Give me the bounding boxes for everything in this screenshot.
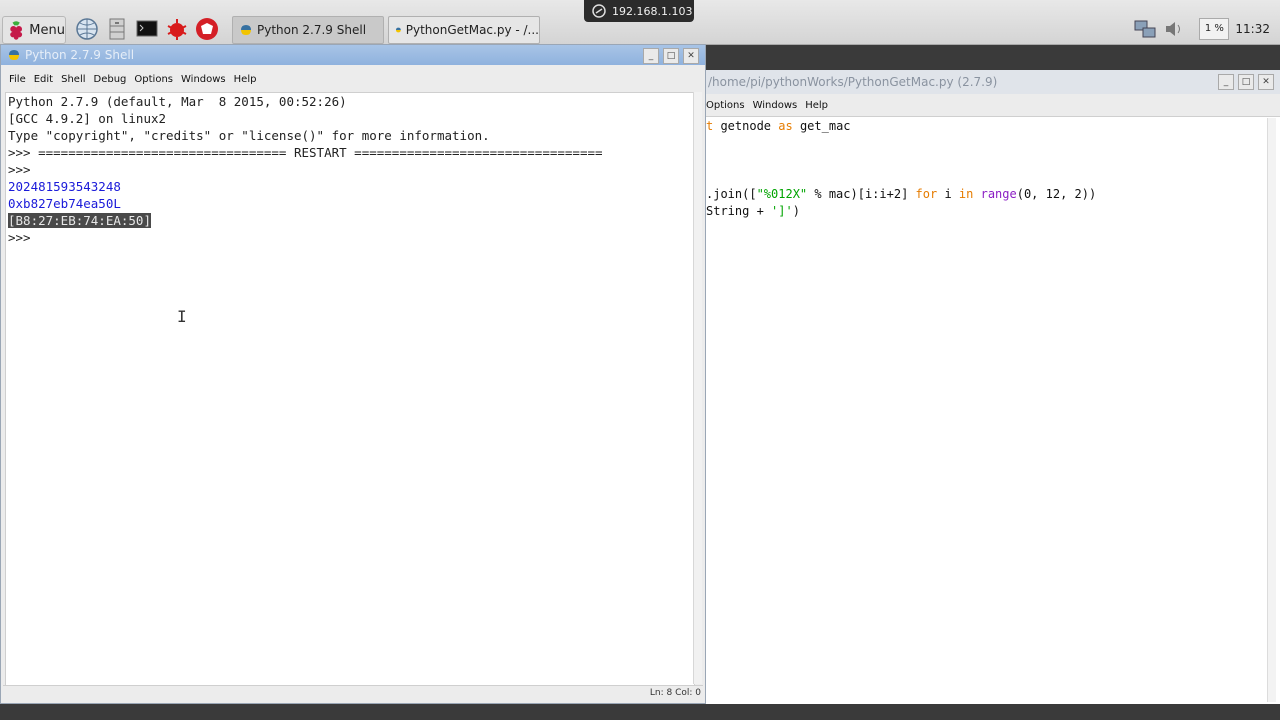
network-icon[interactable] — [1133, 19, 1157, 39]
terminal-icon — [136, 20, 158, 37]
editor-title: /home/pi/pythonWorks/PythonGetMac.py (2.… — [708, 75, 998, 89]
menu-help[interactable]: Help — [805, 100, 828, 111]
maximize-button[interactable]: □ — [663, 48, 679, 64]
cpu-label: 1 % — [1204, 23, 1224, 34]
globe-icon — [76, 18, 98, 40]
file-cabinet-icon — [109, 18, 125, 40]
system-tray: 1 % 11:32 — [1133, 16, 1280, 42]
editor-menubar: Options Windows Help — [706, 94, 1280, 117]
shell-prompt: >>> — [8, 162, 39, 177]
cursor-position: Ln: 8 Col: 0 — [649, 688, 701, 698]
menu-edit[interactable]: Edit — [34, 74, 53, 85]
shell-prompt: >>> — [8, 230, 39, 245]
bottom-edge — [0, 704, 1280, 720]
task-python-shell[interactable]: Python 2.7.9 Shell — [232, 16, 384, 44]
menu-options[interactable]: Options — [706, 100, 745, 111]
raspberry-icon — [10, 21, 23, 40]
text-cursor-icon: I — [177, 307, 187, 326]
remote-icon — [592, 4, 606, 18]
menu-debug[interactable]: Debug — [94, 74, 127, 85]
shell-output-line: 0xb827eb74ea50L — [8, 196, 121, 211]
shell-window[interactable]: Python 2.7.9 Shell _ □ ✕ File Edit Shell… — [0, 44, 706, 704]
volume-icon[interactable] — [1163, 19, 1185, 39]
wolfram-launcher[interactable] — [194, 16, 220, 42]
cpu-monitor: 1 % — [1199, 18, 1230, 40]
menu-shell[interactable]: Shell — [61, 74, 85, 85]
browser-launcher[interactable] — [74, 16, 100, 42]
python-icon — [395, 27, 401, 33]
shell-output[interactable]: Python 2.7.9 (default, Mar 8 2015, 00:52… — [5, 92, 695, 686]
maximize-button[interactable]: □ — [1238, 74, 1254, 90]
close-button[interactable]: ✕ — [1258, 74, 1274, 90]
minimize-button[interactable]: _ — [643, 48, 659, 64]
file-manager-launcher[interactable] — [104, 16, 130, 42]
mac-address-output[interactable]: [B8:27:EB:74:EA:50] — [8, 212, 151, 229]
editor-scrollbar[interactable] — [1267, 118, 1276, 702]
menu-file[interactable]: File — [9, 74, 26, 85]
close-button[interactable]: ✕ — [683, 48, 699, 64]
shell-line: Type "copyright", "credits" or "license(… — [8, 128, 490, 143]
shell-output-line: 202481593543248 — [8, 179, 121, 194]
bug-icon — [167, 19, 187, 40]
shell-title: Python 2.7.9 Shell — [25, 48, 135, 62]
selected-text[interactable]: [B8:27:EB:74:EA:50] — [8, 213, 151, 228]
task-label: PythonGetMac.py - /... — [405, 23, 539, 37]
python-icon — [9, 50, 19, 60]
python-icon — [241, 25, 251, 35]
task-label: Python 2.7.9 Shell — [257, 23, 367, 37]
code-line: t getnode as get_mac — [706, 119, 851, 133]
terminal-launcher[interactable] — [134, 16, 160, 42]
shell-line: >>> ================================= RE… — [8, 145, 603, 160]
menu-options[interactable]: Options — [134, 74, 173, 85]
task-python-editor[interactable]: PythonGetMac.py - /... — [388, 16, 540, 44]
shell-line: [GCC 4.9.2] on linux2 — [8, 111, 167, 126]
code-line: String + ']') — [706, 204, 800, 218]
shell-scrollbar[interactable] — [693, 92, 702, 684]
menu-windows[interactable]: Windows — [753, 100, 798, 111]
shell-menubar: File Edit Shell Debug Options Windows He… — [1, 69, 705, 89]
menu-windows[interactable]: Windows — [181, 74, 226, 85]
remote-connection-badge: 192.168.1.103 — [584, 0, 694, 22]
wolfram-icon — [196, 18, 218, 40]
shell-line: Python 2.7.9 (default, Mar 8 2015, 00:52… — [8, 94, 347, 109]
code-editor[interactable]: t getnode as get_mac .join(["%012X" % ma… — [706, 118, 1266, 698]
editor-titlebar[interactable]: /home/pi/pythonWorks/PythonGetMac.py (2.… — [706, 70, 1280, 94]
editor-window[interactable]: /home/pi/pythonWorks/PythonGetMac.py (2.… — [706, 70, 1280, 704]
code-line: .join(["%012X" % mac)[i:i+2] for i in ra… — [706, 187, 1097, 201]
shell-titlebar[interactable]: Python 2.7.9 Shell _ □ ✕ — [1, 45, 705, 65]
status-bar: Ln: 8 Col: 0 — [3, 685, 703, 702]
menu-help[interactable]: Help — [234, 74, 257, 85]
menu-label: Menu — [29, 22, 65, 38]
ip-address: 192.168.1.103 — [612, 4, 693, 18]
menu-button[interactable]: Menu — [2, 16, 66, 44]
debug-launcher[interactable] — [164, 16, 190, 42]
minimize-button[interactable]: _ — [1218, 74, 1234, 90]
clock[interactable]: 11:32 — [1235, 22, 1270, 36]
